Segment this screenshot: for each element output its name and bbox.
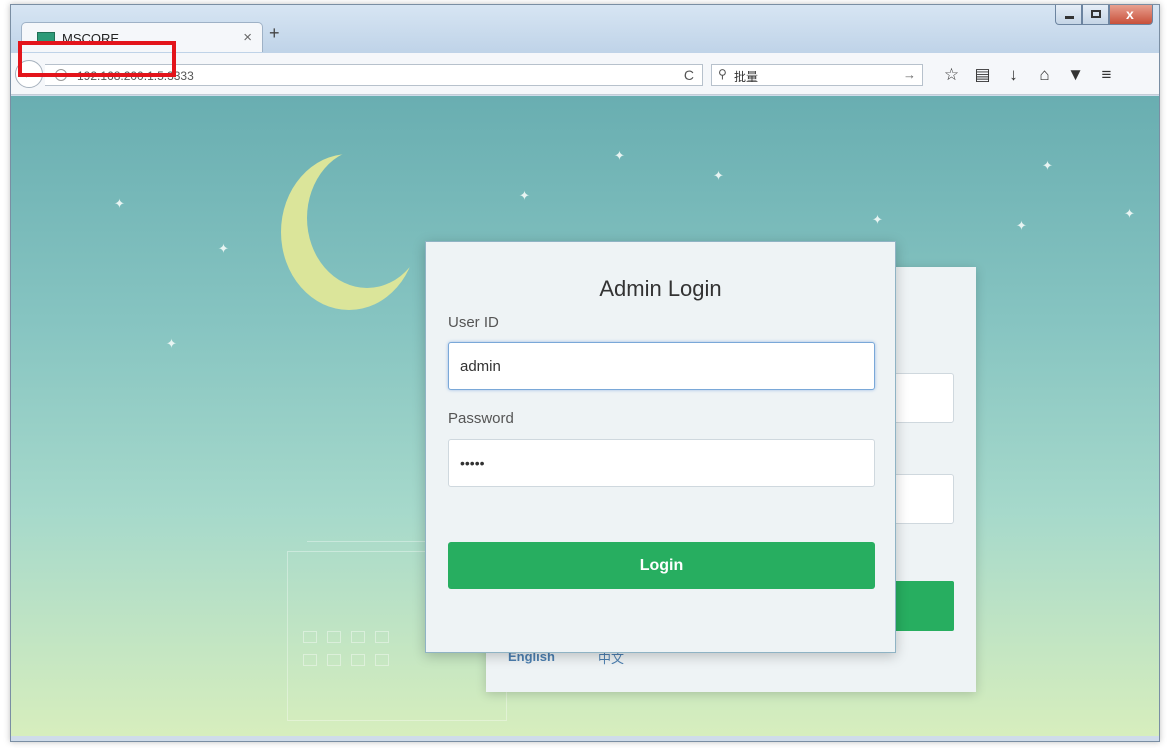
background-input (886, 373, 954, 423)
maximize-icon (1091, 10, 1101, 18)
minimize-icon (1065, 16, 1074, 19)
house-window (303, 631, 317, 643)
window-controls: x (1055, 5, 1153, 25)
star-icon: ✦ (218, 241, 229, 256)
house-window (375, 631, 389, 643)
reload-button[interactable]: C (684, 67, 694, 83)
star-icon: ✦ (114, 196, 125, 211)
user-id-input[interactable] (448, 342, 875, 390)
highlight-annotation (18, 41, 176, 77)
star-icon: ✦ (519, 188, 530, 203)
close-icon: x (1126, 6, 1134, 22)
tab-close-button[interactable]: × (243, 29, 252, 46)
star-icon: ✦ (872, 212, 883, 227)
house-window (351, 631, 365, 643)
house-window (327, 654, 341, 666)
password-label: Password (448, 410, 514, 427)
pocket-icon[interactable]: ▼ (1060, 63, 1091, 87)
admin-login-card: Admin Login User ID Password ••••• Login (425, 241, 896, 653)
background-button (886, 581, 954, 631)
house-window (375, 654, 389, 666)
user-id-label: User ID (448, 314, 499, 331)
search-icon: ⚲ (718, 67, 727, 81)
login-button[interactable]: Login (448, 542, 875, 589)
minimize-button[interactable] (1055, 5, 1082, 25)
home-icon[interactable]: ⌂ (1029, 63, 1060, 87)
house-window (351, 654, 365, 666)
title-bar: MSCORE × + x (11, 5, 1159, 53)
background-input (886, 474, 954, 524)
reading-list-icon[interactable]: ▤ (967, 63, 998, 87)
search-bar[interactable]: ⚲ 批量 → (711, 64, 923, 86)
search-input[interactable]: 批量 (734, 68, 758, 85)
navigation-bar: ← 192.168.200.1:5:3333 C ⚲ 批量 → ☆ ▤ ↓ ⌂ … (11, 53, 1159, 95)
star-icon: ✦ (713, 168, 724, 183)
house-window (303, 654, 317, 666)
toolbar: ☆ ▤ ↓ ⌂ ▼ ≡ (936, 63, 1122, 87)
download-icon[interactable]: ↓ (998, 63, 1029, 87)
browser-window: MSCORE × + x ← 192.168.200.1:5:3333 C ⚲ … (10, 4, 1160, 742)
close-window-button[interactable]: x (1109, 5, 1153, 25)
star-icon: ✦ (1042, 158, 1053, 173)
moon-icon (307, 148, 427, 288)
star-icon: ✦ (614, 148, 625, 163)
search-go-button[interactable]: → (903, 67, 916, 82)
menu-icon[interactable]: ≡ (1091, 63, 1122, 87)
star-icon: ✦ (1124, 206, 1135, 221)
house-window (327, 631, 341, 643)
login-title: Admin Login (599, 276, 722, 301)
star-icon: ✦ (1016, 218, 1027, 233)
page-content: ✦ ✦ ✦ ✦ ✦ ✦ ✦ ✦ ✦ ✦ English 中文 Admin Log… (11, 96, 1159, 736)
bookmark-star-icon[interactable]: ☆ (936, 63, 967, 87)
star-icon: ✦ (166, 336, 177, 351)
password-input[interactable]: ••••• (448, 439, 875, 487)
new-tab-button[interactable]: + (269, 23, 280, 44)
maximize-button[interactable] (1082, 5, 1109, 25)
